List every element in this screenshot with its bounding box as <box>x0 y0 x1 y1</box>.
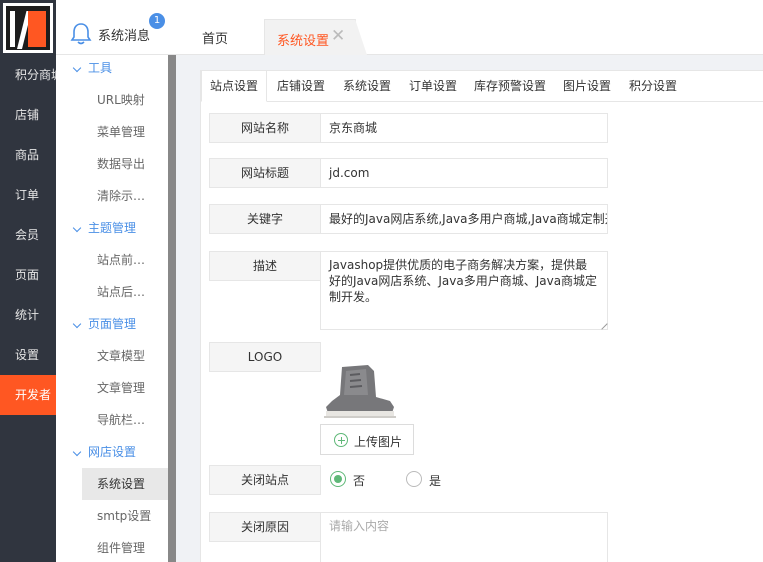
menu-item-url-mapping[interactable]: URL映射 <box>82 84 168 116</box>
menu-group-tools[interactable]: 工具 <box>56 55 168 84</box>
description-textarea[interactable]: Javashop提供优质的电子商务解决方案，提供最好的Java网店系统、Java… <box>320 251 608 330</box>
close-reason-label: 关闭原因 <box>209 512 321 542</box>
close-site-option-yes[interactable]: 是 <box>429 472 441 489</box>
chevron-down-icon <box>72 319 82 329</box>
menu-item-clear-demo[interactable]: 清除示… <box>82 180 168 212</box>
menu-item-site-back[interactable]: 站点后… <box>82 276 168 308</box>
menu-item-article-manage[interactable]: 文章管理 <box>82 372 168 404</box>
menu-item-data-export[interactable]: 数据导出 <box>82 148 168 180</box>
chevron-down-icon <box>72 63 82 73</box>
menu-group-themes[interactable]: 主题管理 <box>56 212 168 244</box>
logo-label: LOGO <box>209 342 321 372</box>
menu-group-label: 网店设置 <box>88 445 137 459</box>
close-reason-textarea[interactable]: 请输入内容 <box>320 512 608 562</box>
close-icon[interactable]: ✕ <box>331 26 345 46</box>
menu-item-smtp[interactable]: smtp设置 <box>82 500 168 532</box>
app-logo <box>3 3 53 53</box>
upload-image-button[interactable]: 上传图片 <box>320 424 414 455</box>
bell-icon[interactable] <box>70 22 92 46</box>
close-site-radio-yes[interactable] <box>406 471 422 487</box>
tab-stock-warning[interactable]: 库存预警设置 <box>474 71 546 102</box>
tab-system-settings-inner[interactable]: 系统设置 <box>343 71 391 102</box>
submenu-scrollbar[interactable] <box>168 55 176 562</box>
site-title-label: 网站标题 <box>209 158 321 188</box>
add-circle-icon <box>334 433 348 447</box>
menu-item-system-settings[interactable]: 系统设置 <box>82 468 168 500</box>
upload-button-label: 上传图片 <box>354 435 403 449</box>
menu-group-pages[interactable]: 页面管理 <box>56 308 168 340</box>
tab-order-settings[interactable]: 订单设置 <box>409 71 457 102</box>
nav-item-statistics[interactable]: 统计 <box>0 295 56 335</box>
menu-item-components[interactable]: 组件管理 <box>82 532 168 562</box>
tab-shop-settings[interactable]: 店铺设置 <box>277 71 325 102</box>
settings-tabs: 站点设置 店铺设置 系统设置 订单设置 库存预警设置 图片设置 积分设置 <box>201 71 763 102</box>
main-nav: 积分商城 店铺 商品 订单 会员 页面 统计 设置 开发者 <box>0 0 56 562</box>
site-title-input[interactable]: jd.com <box>320 158 608 188</box>
menu-item-site-front[interactable]: 站点前… <box>82 244 168 276</box>
close-site-radio-no[interactable] <box>330 471 346 487</box>
logo-preview-image <box>324 365 396 418</box>
menu-group-label: 工具 <box>88 61 113 75</box>
top-header: 系统消息 1 首页 系统设置 ✕ <box>56 0 763 55</box>
nav-item-orders[interactable]: 订单 <box>0 175 56 215</box>
close-reason-placeholder: 请输入内容 <box>329 519 390 533</box>
menu-item-menu-manage[interactable]: 菜单管理 <box>82 116 168 148</box>
nav-item-members[interactable]: 会员 <box>0 215 56 255</box>
nav-item-pages[interactable]: 页面 <box>0 255 56 295</box>
tab-home[interactable]: 首页 <box>202 28 228 47</box>
close-site-label: 关闭站点 <box>209 465 321 495</box>
resize-handle-icon[interactable] <box>596 318 608 330</box>
tab-points-settings[interactable]: 积分设置 <box>629 71 677 102</box>
nav-item-developer[interactable]: 开发者 <box>0 375 56 415</box>
chevron-down-icon <box>72 223 82 233</box>
tab-system-settings[interactable]: 系统设置 ✕ <box>264 19 367 55</box>
nav-item-points-mall[interactable]: 积分商城 <box>0 55 56 95</box>
menu-item-navbar[interactable]: 导航栏… <box>82 404 168 436</box>
tab-image-settings[interactable]: 图片设置 <box>563 71 611 102</box>
sub-menu: 工具 URL映射 菜单管理 数据导出 清除示… 主题管理 站点前… 站点后… 页… <box>56 55 168 562</box>
message-count-badge: 1 <box>149 13 165 29</box>
nav-item-shop[interactable]: 店铺 <box>0 95 56 135</box>
nav-item-settings[interactable]: 设置 <box>0 335 56 375</box>
site-name-input[interactable]: 京东商城 <box>320 113 608 143</box>
system-message-link[interactable]: 系统消息 <box>98 25 150 44</box>
keywords-label: 关键字 <box>209 204 321 234</box>
menu-group-label: 主题管理 <box>88 221 137 235</box>
nav-item-goods[interactable]: 商品 <box>0 135 56 175</box>
description-text: Javashop提供优质的电子商务解决方案，提供最好的Java网店系统、Java… <box>329 258 598 304</box>
site-name-label: 网站名称 <box>209 113 321 143</box>
settings-panel: 站点设置 店铺设置 系统设置 订单设置 库存预警设置 图片设置 积分设置 网站名… <box>200 70 763 562</box>
keywords-input[interactable]: 最好的Java网店系统,Java多用户商城,Java商城定制开发 <box>320 204 608 234</box>
tab-label: 系统设置 <box>277 34 330 49</box>
menu-group-shop-settings[interactable]: 网店设置 <box>56 436 168 468</box>
description-label: 描述 <box>209 251 321 281</box>
menu-group-label: 页面管理 <box>88 317 137 331</box>
tab-site-settings[interactable]: 站点设置 <box>201 71 268 102</box>
chevron-down-icon <box>72 447 82 457</box>
menu-item-article-model[interactable]: 文章模型 <box>82 340 168 372</box>
close-site-option-no[interactable]: 否 <box>353 472 365 489</box>
